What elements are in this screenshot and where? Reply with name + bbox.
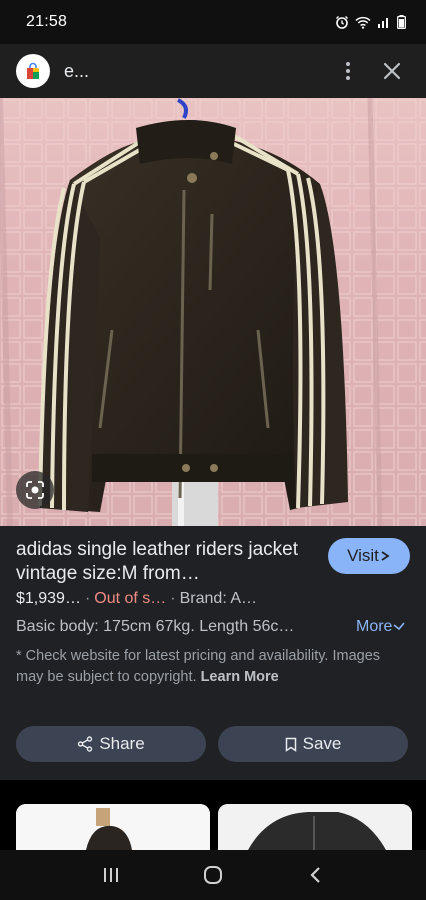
close-icon <box>383 62 401 80</box>
status-time: 21:58 <box>26 13 68 30</box>
lens-search-button[interactable] <box>16 471 54 509</box>
chevron-down-icon <box>393 622 406 631</box>
more-options-button[interactable] <box>330 53 366 89</box>
status-bar: 21:58 <box>0 0 426 44</box>
status-icons <box>335 15 406 29</box>
home-icon <box>204 866 222 884</box>
related-results <box>0 780 426 850</box>
share-button[interactable]: Share <box>16 726 206 762</box>
recents-icon <box>104 868 118 882</box>
more-vert-icon <box>346 62 350 80</box>
signal-icon <box>378 18 388 28</box>
bookmark-icon <box>285 737 296 752</box>
recents-button[interactable] <box>91 855 131 895</box>
visit-button[interactable]: Visit <box>328 538 410 574</box>
related-card[interactable] <box>218 804 412 850</box>
more-button[interactable]: More <box>356 618 406 636</box>
related-card[interactable] <box>16 804 210 850</box>
system-nav-bar <box>0 850 426 900</box>
product-meta: $1,939… · Out of s… · Brand: A… <box>16 590 257 608</box>
product-image[interactable] <box>0 98 426 526</box>
more-label: More <box>356 618 393 635</box>
share-icon <box>78 736 93 752</box>
disclaimer-body: * Check website for latest pricing and a… <box>16 648 381 685</box>
stock-status: Out of s… <box>94 590 167 607</box>
product-info-panel: adidas single leather riders jacket vint… <box>0 526 426 780</box>
wifi-icon <box>355 16 371 29</box>
site-logo[interactable] <box>16 54 50 88</box>
external-link-icon <box>381 551 390 561</box>
jacket-photo <box>0 98 426 526</box>
disclaimer-text: * Check website for latest pricing and a… <box>16 646 410 688</box>
related-thumbnail <box>218 804 412 850</box>
shopping-bag-icon <box>27 62 39 79</box>
save-button[interactable]: Save <box>218 726 408 762</box>
close-button[interactable] <box>374 53 410 89</box>
home-button[interactable] <box>193 855 233 895</box>
share-label: Share <box>99 734 145 753</box>
google-lens-icon <box>26 481 44 499</box>
alarm-icon <box>336 16 348 29</box>
back-button[interactable] <box>295 855 335 895</box>
product-brand: Brand: A… <box>179 590 257 607</box>
save-label: Save <box>302 734 342 753</box>
separator-dot: · <box>84 590 91 607</box>
related-thumbnail <box>16 804 210 850</box>
product-price: $1,939… <box>16 590 81 607</box>
separator-dot: · <box>170 590 176 607</box>
product-description: Basic body: 175cm 67kg. Length 56c… <box>16 618 295 635</box>
site-name[interactable]: e... <box>64 61 322 82</box>
learn-more-link[interactable]: Learn More <box>201 669 279 685</box>
visit-label: Visit <box>347 546 379 565</box>
back-icon <box>310 867 320 883</box>
result-header: e... <box>0 44 426 98</box>
battery-icon <box>397 15 406 29</box>
product-title[interactable]: adidas single leather riders jacket vint… <box>16 538 316 586</box>
